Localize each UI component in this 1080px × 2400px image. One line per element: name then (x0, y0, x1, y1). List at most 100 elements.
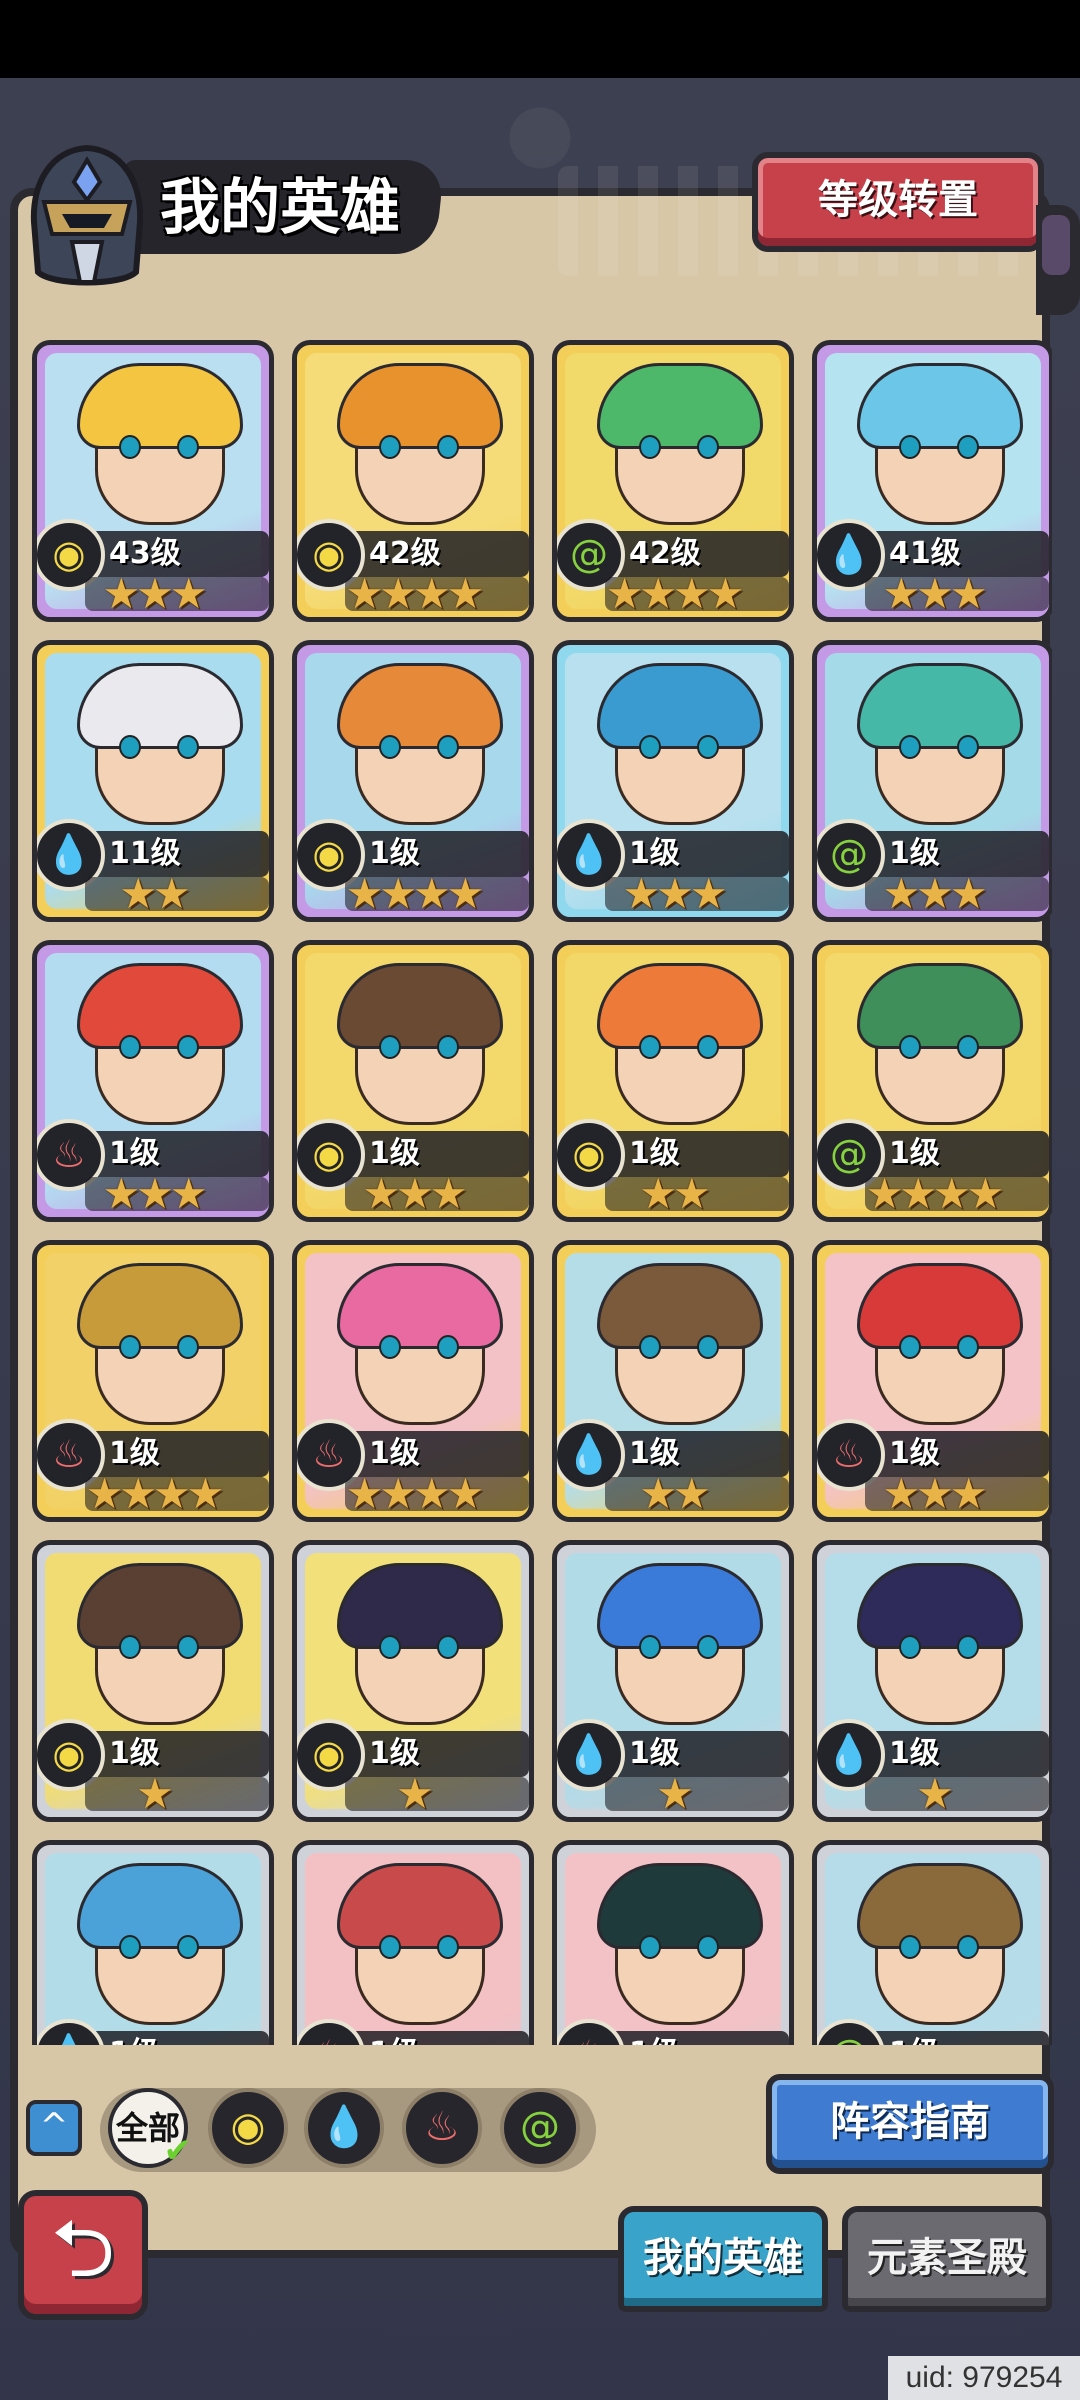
hero-eye (899, 1335, 921, 1359)
hero-hair (597, 1863, 763, 1949)
filter-earth-button[interactable]: ◉ (208, 2088, 288, 2168)
hero-eye (899, 735, 921, 759)
hero-level: 1级 (369, 2033, 420, 2045)
hero-eye (379, 1635, 401, 1659)
hero-eye (697, 1635, 719, 1659)
chevron-up-icon[interactable]: ^ (26, 2100, 82, 2156)
hero-hair (337, 1863, 503, 1949)
star-rating: ★★★★ (345, 1469, 485, 1518)
hero-grid[interactable]: 43级 ◉ ★★★ 42级 ◉ ★★★★ 42级 @ ★★★★ 41级 💧 ★★★ 11级 💧 ★★ 1级 ◉ ★… (22, 330, 1052, 2045)
hero-card[interactable]: 1级 @ ★★★★ (812, 940, 1052, 1222)
hero-hair (77, 1263, 243, 1349)
hero-card[interactable]: 1级 💧 ★★★ (552, 640, 794, 922)
hero-eye (697, 1035, 719, 1059)
hero-eye (177, 1635, 199, 1659)
uid-label: uid: 979254 (888, 2356, 1080, 2400)
hero-hair (597, 663, 763, 749)
hero-card[interactable]: 1级💧★ (552, 1540, 794, 1822)
hero-card[interactable]: 1级♨★ (292, 1840, 534, 2045)
tab-my-heroes[interactable]: 我的英雄 (618, 2206, 828, 2312)
hero-eye (437, 1935, 459, 1959)
hero-eye (119, 1935, 141, 1959)
hero-eye (379, 1935, 401, 1959)
hero-eye (639, 1635, 661, 1659)
hero-card[interactable]: 1级 ♨ ★★★★ (32, 1240, 274, 1522)
star-rating: ★★ (119, 869, 190, 918)
hero-hair (857, 1863, 1023, 1949)
hero-card[interactable]: 1级@★ (812, 1840, 1052, 2045)
hero-card[interactable]: 42级 ◉ ★★★★ (292, 340, 534, 622)
hero-eye (177, 1035, 199, 1059)
hero-hair (77, 363, 243, 449)
hero-hair (77, 1563, 243, 1649)
star-rating: ★★★★ (865, 1169, 1005, 1218)
hero-eye (697, 735, 719, 759)
star-rating: ★ (656, 1769, 694, 1818)
hero-card[interactable]: 1级 💧 ★★ (552, 1240, 794, 1522)
hero-card[interactable]: 11级 💧 ★★ (32, 640, 274, 922)
level-reset-label: 等级转置 (818, 177, 978, 223)
hero-eye (697, 1335, 719, 1359)
page-title: 我的英雄 (160, 173, 400, 243)
hero-hair (337, 363, 503, 449)
star-rating: ★★★★ (345, 869, 485, 918)
hero-eye (379, 1035, 401, 1059)
hero-eye (957, 1635, 979, 1659)
hero-eye (899, 435, 921, 459)
status-bar (0, 0, 1080, 78)
hero-eye (639, 1935, 661, 1959)
star-rating: ★★★★ (345, 569, 485, 618)
lineup-guide-button[interactable]: 阵容指南 (766, 2074, 1054, 2174)
filter-all-button[interactable]: 全部 ✔ (108, 2088, 192, 2168)
hero-hair (857, 963, 1023, 1049)
hero-hair (337, 1563, 503, 1649)
hero-hair (337, 963, 503, 1049)
hero-eye (119, 1035, 141, 1059)
hero-hair (857, 1263, 1023, 1349)
hero-card[interactable]: 1级💧★ (812, 1540, 1052, 1822)
filter-fire-button[interactable]: ♨ (402, 2088, 482, 2168)
hero-level: 1级 (109, 2033, 160, 2045)
star-rating: ★★★ (102, 569, 208, 618)
hero-eye (437, 1035, 459, 1059)
hero-card[interactable]: 1级 ♨ ★★★ (32, 940, 274, 1222)
filter-water-button[interactable]: 💧 (304, 2088, 384, 2168)
hero-card[interactable]: 1级 ◉ ★★★★ (292, 640, 534, 922)
hero-eye (899, 1935, 921, 1959)
hero-card[interactable]: 1级 ◉ ★★ (552, 940, 794, 1222)
hero-eye (437, 1335, 459, 1359)
hero-hair (597, 1263, 763, 1349)
hero-card[interactable]: 43级 ◉ ★★★ (32, 340, 274, 622)
hero-eye (639, 435, 661, 459)
hero-card[interactable]: 1级 ◉ ★★★ (292, 940, 534, 1222)
helmet-icon (30, 144, 144, 286)
water-drop-icon: 💧 (319, 2104, 369, 2150)
star-rating: ★ (396, 1769, 434, 1818)
filter-wind-button[interactable]: @ (500, 2088, 580, 2168)
hero-card[interactable]: 1级♨★ (552, 1840, 794, 2045)
hero-hair (597, 1563, 763, 1649)
hero-hair (597, 363, 763, 449)
earth-element-icon: ◉ (230, 2104, 266, 2150)
level-reset-button[interactable]: 等级转置 (752, 152, 1044, 252)
hero-card[interactable]: 1级 ◉ ★ (32, 1540, 274, 1822)
hero-card[interactable]: 1级💧★ (32, 1840, 274, 2045)
hero-eye (957, 735, 979, 759)
hero-card[interactable]: 1级 ♨ ★★★★ (292, 1240, 534, 1522)
hero-card[interactable]: 1级 @ ★★★ (812, 640, 1052, 922)
hero-card[interactable]: 1级 ♨ ★★★ (812, 1240, 1052, 1522)
hero-eye (697, 1935, 719, 1959)
hero-card[interactable]: 42级 @ ★★★★ (552, 340, 794, 622)
hero-card[interactable]: 41级 💧 ★★★ (812, 340, 1052, 622)
star-rating: ★★★ (882, 569, 988, 618)
hero-hair (337, 1263, 503, 1349)
star-rating: ★★ (639, 1469, 710, 1518)
star-rating: ★★★ (362, 1169, 468, 1218)
hero-eye (437, 435, 459, 459)
hero-hair (857, 663, 1023, 749)
hero-eye (899, 1035, 921, 1059)
back-button[interactable]: ⮌ (18, 2190, 148, 2320)
hero-eye (437, 735, 459, 759)
hero-card[interactable]: 1级 ◉ ★ (292, 1540, 534, 1822)
tab-element-hall[interactable]: 元素圣殿 (842, 2206, 1052, 2312)
